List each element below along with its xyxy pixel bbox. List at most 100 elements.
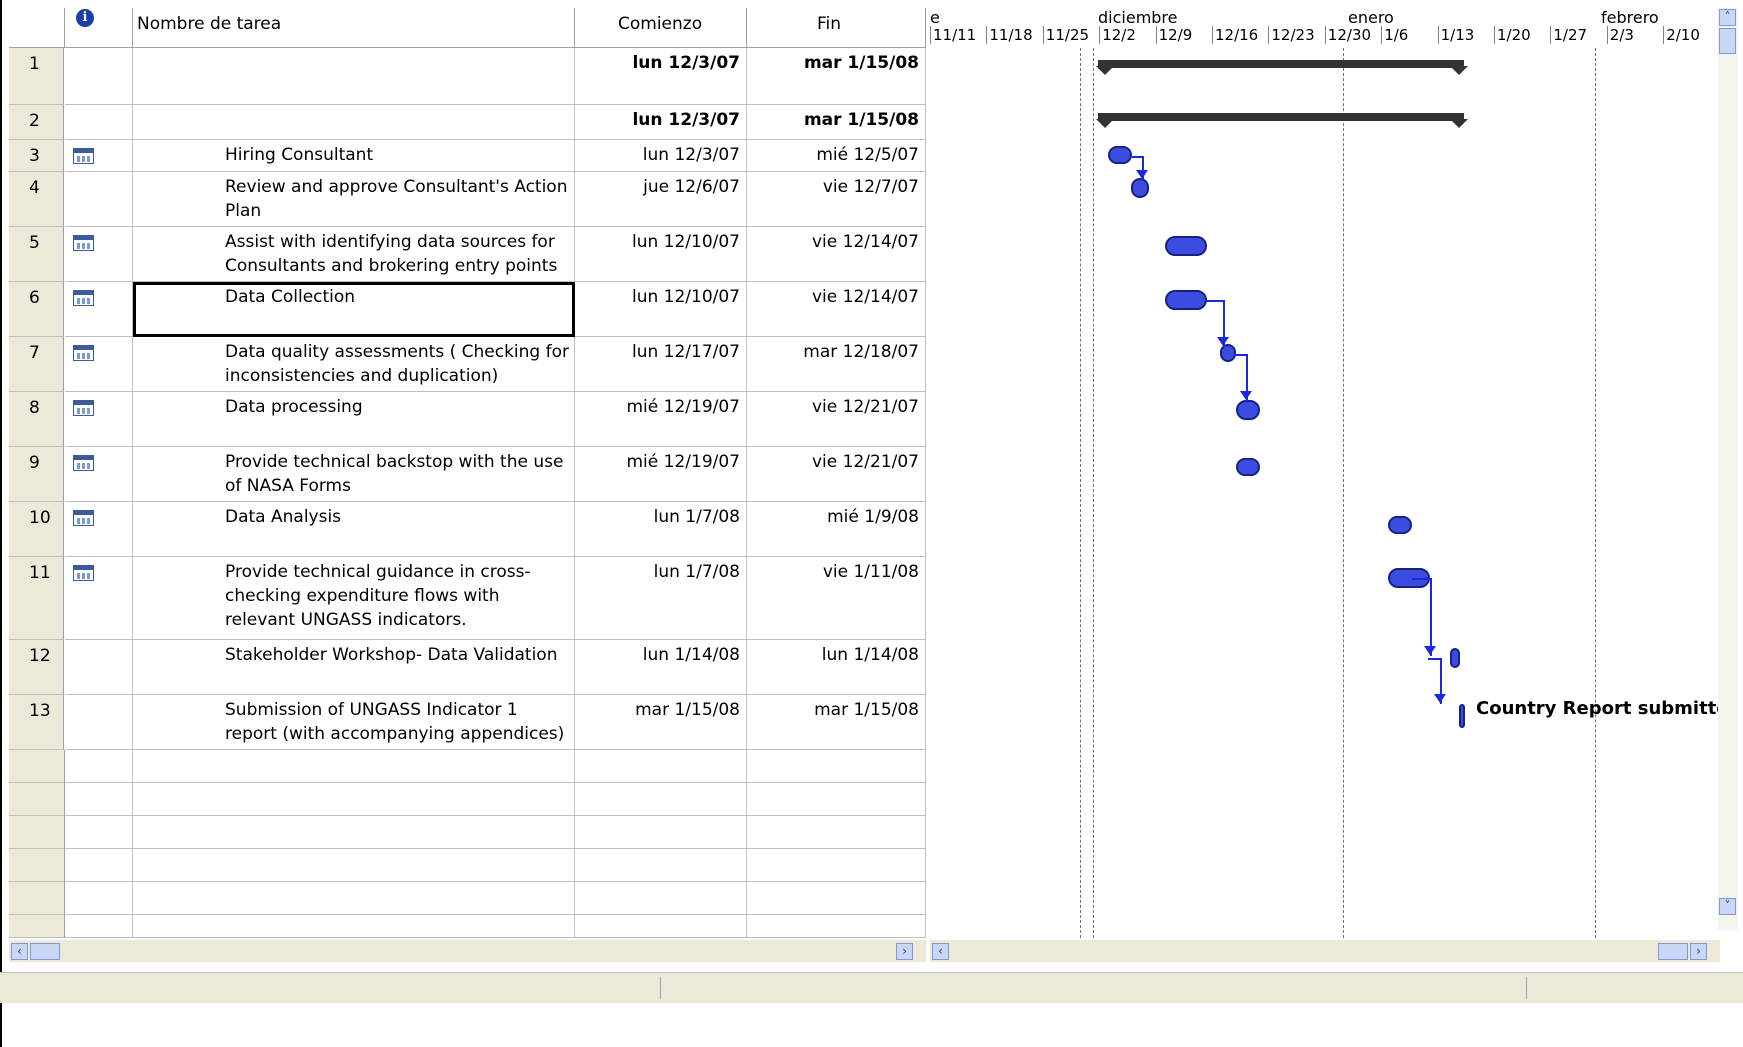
gantt-scroll-thumb[interactable] <box>1658 943 1688 960</box>
table-horizontal-scrollbar[interactable] <box>9 940 926 962</box>
finish-date-cell[interactable]: lun 1/14/08 <box>747 640 926 695</box>
empty-cell[interactable] <box>575 750 747 783</box>
start-date-cell[interactable]: jue 12/6/07 <box>575 172 747 227</box>
empty-cell[interactable] <box>65 816 133 849</box>
header-start[interactable]: Comienzo <box>575 8 747 48</box>
table-scroll-left-button[interactable]: ‹ <box>11 943 28 960</box>
task-name-cell[interactable] <box>133 105 575 140</box>
info-cell[interactable] <box>65 105 133 140</box>
info-cell[interactable] <box>65 172 133 227</box>
task-name-cell[interactable]: Hiring Consultant <box>133 140 575 172</box>
table-scroll-thumb[interactable] <box>30 943 60 960</box>
task-name-cell[interactable]: Data quality assessments ( Checking for … <box>133 337 575 392</box>
empty-cell[interactable] <box>747 915 926 938</box>
empty-cell[interactable] <box>9 816 65 849</box>
task-name-cell[interactable]: Provide technical backstop with the use … <box>133 447 575 502</box>
task-bar[interactable] <box>1236 400 1260 420</box>
empty-cell[interactable] <box>747 783 926 816</box>
finish-date-cell[interactable]: mar 1/15/08 <box>747 48 926 105</box>
start-date-cell[interactable]: mié 12/19/07 <box>575 447 747 502</box>
empty-cell[interactable] <box>747 750 926 783</box>
task-name-cell[interactable]: Data processing <box>133 392 575 447</box>
info-cell[interactable] <box>65 337 133 392</box>
finish-date-cell[interactable]: mar 1/15/08 <box>747 105 926 140</box>
finish-date-cell[interactable]: vie 12/7/07 <box>747 172 926 227</box>
info-cell[interactable] <box>65 447 133 502</box>
empty-cell[interactable] <box>575 849 747 882</box>
empty-cell[interactable] <box>575 816 747 849</box>
row-number[interactable]: 4 <box>9 172 64 227</box>
start-date-cell[interactable]: lun 1/14/08 <box>575 640 747 695</box>
info-cell[interactable] <box>65 695 133 750</box>
row-number[interactable]: 5 <box>9 227 64 282</box>
task-bar[interactable] <box>1131 178 1149 198</box>
start-date-cell[interactable]: lun 12/10/07 <box>575 227 747 282</box>
task-name-cell[interactable]: Stakeholder Workshop- Data Validation <box>133 640 575 695</box>
finish-date-cell[interactable]: mié 1/9/08 <box>747 502 926 557</box>
header-task-name[interactable]: Nombre de tarea <box>133 8 575 48</box>
empty-cell[interactable] <box>747 849 926 882</box>
task-bar[interactable] <box>1165 236 1207 256</box>
start-date-cell[interactable]: lun 12/17/07 <box>575 337 747 392</box>
task-bar[interactable] <box>1388 516 1412 534</box>
empty-cell[interactable] <box>133 816 575 849</box>
empty-cell[interactable] <box>575 783 747 816</box>
task-bar[interactable] <box>1236 458 1260 476</box>
finish-date-cell[interactable]: vie 12/14/07 <box>747 282 926 337</box>
info-cell[interactable] <box>65 557 133 640</box>
task-name-cell[interactable]: Review and approve Consultant's Action P… <box>133 172 575 227</box>
row-number[interactable]: 3 <box>9 140 64 172</box>
empty-cell[interactable] <box>65 882 133 915</box>
info-cell[interactable] <box>65 227 133 282</box>
task-name-cell[interactable]: Submission of UNGASS Indicator 1 report … <box>133 695 575 750</box>
finish-date-cell[interactable]: vie 12/21/07 <box>747 447 926 502</box>
start-date-cell[interactable]: lun 12/3/07 <box>575 48 747 105</box>
row-number[interactable]: 12 <box>9 640 64 695</box>
info-cell[interactable] <box>65 640 133 695</box>
finish-date-cell[interactable]: mar 1/15/08 <box>747 695 926 750</box>
start-date-cell[interactable]: lun 1/7/08 <box>575 502 747 557</box>
empty-cell[interactable] <box>65 750 133 783</box>
task-name-cell[interactable]: Assist with identifying data sources for… <box>133 227 575 282</box>
empty-cell[interactable] <box>133 915 575 938</box>
empty-cell[interactable] <box>9 783 65 816</box>
summary-bar[interactable] <box>1098 113 1464 121</box>
finish-date-cell[interactable]: vie 1/11/08 <box>747 557 926 640</box>
task-bar[interactable] <box>1459 704 1465 728</box>
empty-cell[interactable] <box>9 849 65 882</box>
row-number[interactable]: 8 <box>9 392 64 447</box>
header-finish[interactable]: Fin <box>747 8 926 48</box>
row-number[interactable]: 7 <box>9 337 64 392</box>
empty-cell[interactable] <box>747 882 926 915</box>
finish-date-cell[interactable]: mié 12/5/07 <box>747 140 926 172</box>
vertical-scrollbar[interactable] <box>1718 8 1738 930</box>
start-date-cell[interactable]: lun 12/10/07 <box>575 282 747 337</box>
summary-bar[interactable] <box>1098 60 1464 68</box>
finish-date-cell[interactable]: mar 12/18/07 <box>747 337 926 392</box>
empty-cell[interactable] <box>133 849 575 882</box>
start-date-cell[interactable]: mar 1/15/08 <box>575 695 747 750</box>
task-name-cell[interactable]: Provide technical guidance in cross-chec… <box>133 557 575 640</box>
scroll-down-button[interactable]: ˅ <box>1719 898 1736 915</box>
start-date-cell[interactable]: mié 12/19/07 <box>575 392 747 447</box>
row-number[interactable]: 13 <box>9 695 64 750</box>
task-bar[interactable] <box>1450 648 1460 668</box>
empty-cell[interactable] <box>65 915 133 938</box>
scroll-up-button[interactable]: ˄ <box>1719 9 1736 26</box>
empty-cell[interactable] <box>133 882 575 915</box>
finish-date-cell[interactable]: vie 12/14/07 <box>747 227 926 282</box>
task-name-cell[interactable] <box>133 48 575 105</box>
start-date-cell[interactable]: lun 12/3/07 <box>575 140 747 172</box>
empty-cell[interactable] <box>747 816 926 849</box>
empty-cell[interactable] <box>133 750 575 783</box>
header-info-column[interactable]: i <box>65 8 133 48</box>
empty-cell[interactable] <box>9 750 65 783</box>
row-number[interactable]: 6 <box>9 282 64 337</box>
row-number[interactable]: 9 <box>9 447 64 502</box>
start-date-cell[interactable]: lun 12/3/07 <box>575 105 747 140</box>
gantt-horizontal-scrollbar[interactable] <box>930 940 1720 962</box>
task-name-cell[interactable]: Data Analysis <box>133 502 575 557</box>
task-name-cell[interactable]: Data Collection <box>133 282 575 337</box>
info-cell[interactable] <box>65 392 133 447</box>
start-date-cell[interactable]: lun 1/7/08 <box>575 557 747 640</box>
